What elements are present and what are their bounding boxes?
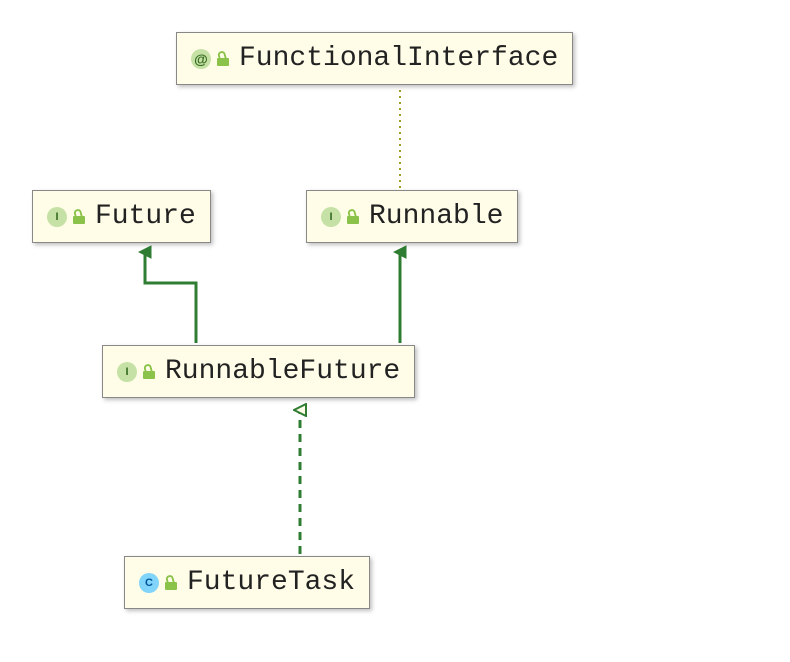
node-label: RunnableFuture: [165, 356, 400, 387]
node-futuretask: C FutureTask: [124, 556, 370, 609]
lock-icon: [347, 210, 359, 224]
node-label: Runnable: [369, 201, 503, 232]
edge-runnablefuture-future: [145, 252, 196, 343]
node-runnable: I Runnable: [306, 190, 518, 243]
connector-lines: [0, 0, 790, 662]
class-icon: C: [139, 573, 159, 593]
lock-icon: [165, 576, 177, 590]
lock-icon: [217, 52, 229, 66]
node-label: Future: [95, 201, 196, 232]
node-functionalinterface: @ FunctionalInterface: [176, 32, 573, 85]
annotation-icon: @: [191, 49, 211, 69]
node-runnablefuture: I RunnableFuture: [102, 345, 415, 398]
lock-icon: [143, 365, 155, 379]
interface-icon: I: [47, 207, 67, 227]
interface-icon: I: [321, 207, 341, 227]
node-future: I Future: [32, 190, 211, 243]
lock-icon: [73, 210, 85, 224]
node-label: FunctionalInterface: [239, 43, 558, 74]
interface-icon: I: [117, 362, 137, 382]
node-label: FutureTask: [187, 567, 355, 598]
